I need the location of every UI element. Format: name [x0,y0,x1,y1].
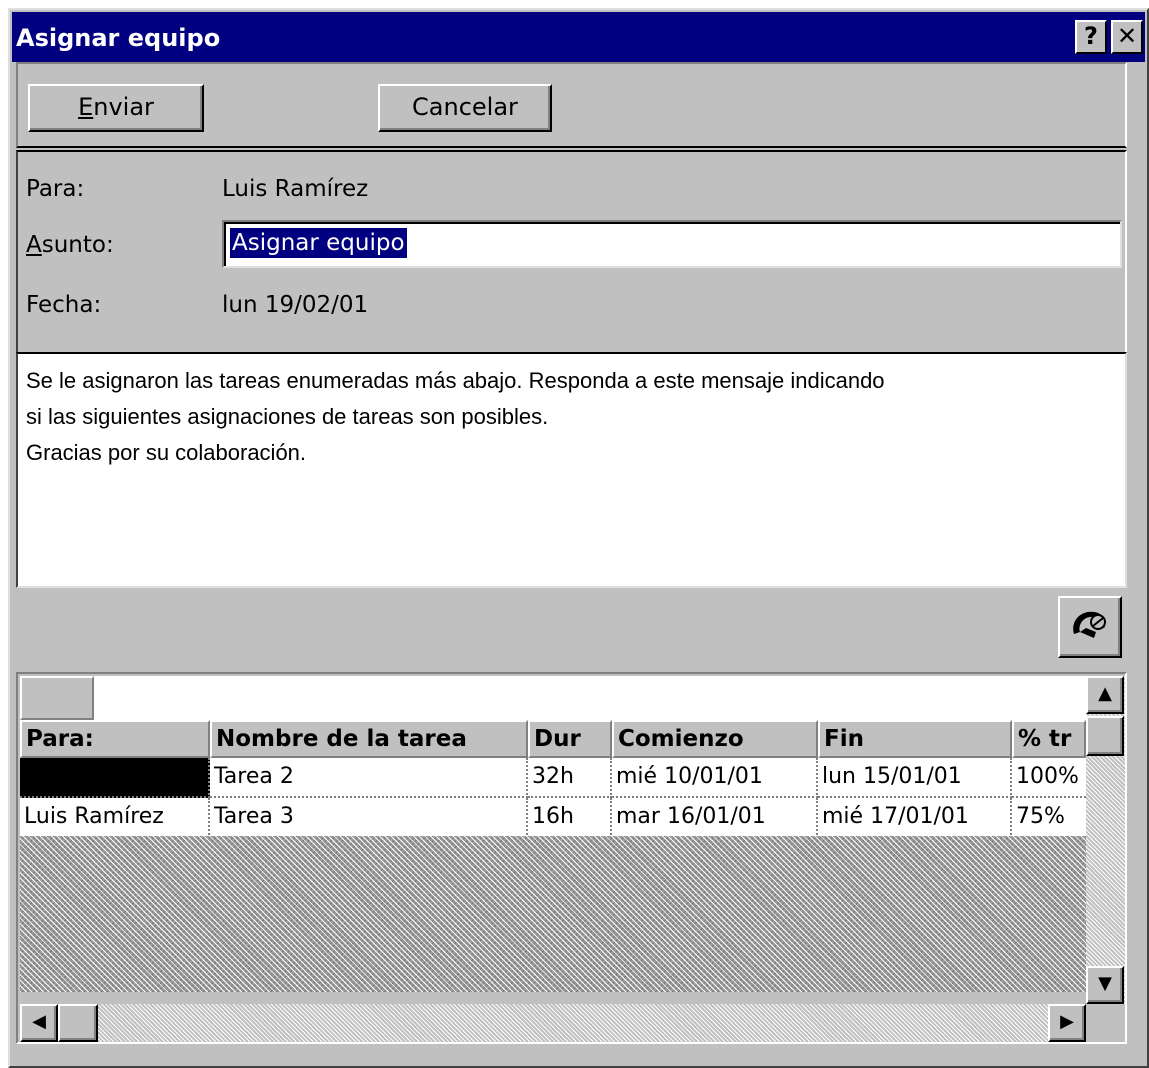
toolbar: Enviar Cancelar [16,62,1127,148]
date-label: Fecha: [26,292,102,318]
cell-end[interactable]: mié 17/01/01 [818,798,1012,838]
send-button[interactable]: Enviar [28,84,204,132]
cell-end[interactable]: lun 15/01/01 [818,758,1012,798]
grid-edit-bar[interactable] [20,676,1086,720]
column-header-pct[interactable]: % tr [1012,720,1086,758]
assignment-grid: Para: Nombre de la tarea Dur Comienzo Fi… [16,672,1127,1044]
title-bar: Asignar equipo ? ✕ [12,12,1145,62]
cell-pct[interactable]: 100% [1012,758,1086,798]
table-row[interactable]: Luis Ramírez Tarea 3 16h mar 16/01/01 mi… [20,798,1086,838]
cell-task[interactable]: Tarea 3 [210,798,528,838]
send-label-rest: nviar [93,93,154,121]
scroll-left-button[interactable]: ◀ [20,1004,58,1042]
message-line: Se le asignaron las tareas enumeradas má… [26,368,885,393]
window-title: Asignar equipo [16,24,221,52]
grid-empty-area [20,836,1086,992]
cell-pct[interactable]: 75% [1012,798,1086,838]
horizontal-scrollbar[interactable]: ◀ ▶ [20,1004,1086,1042]
column-header-start[interactable]: Comienzo [612,720,818,758]
message-line: si las siguientes asignaciones de tareas… [26,404,549,429]
cell-start[interactable]: mié 10/01/01 [612,758,818,798]
cell-to[interactable] [20,758,210,798]
grid-edit-cell [20,676,94,720]
address-book-icon [1073,611,1106,638]
subject-accesskey: A [26,232,42,258]
scroll-down-button[interactable]: ▼ [1086,966,1124,1004]
vertical-scrollbar[interactable]: ▲ ▼ [1086,676,1125,1004]
table-row[interactable]: Tarea 2 32h mié 10/01/01 lun 15/01/01 10… [20,758,1086,798]
cancel-button[interactable]: Cancelar [378,84,552,132]
column-header-end[interactable]: Fin [818,720,1012,758]
send-accesskey: E [78,93,94,121]
vertical-scroll-thumb[interactable] [1086,716,1124,756]
help-button[interactable]: ? [1075,20,1107,54]
cell-dur[interactable]: 32h [528,758,612,798]
scroll-right-button[interactable]: ▶ [1048,1004,1086,1042]
subject-selected-text: Asignar equipo [230,228,407,258]
date-value: lun 19/02/01 [222,292,369,318]
horizontal-scroll-thumb[interactable] [58,1004,98,1042]
cell-to[interactable]: Luis Ramírez [20,798,210,838]
subject-input[interactable]: Asignar equipo [222,220,1122,268]
close-button[interactable]: ✕ [1111,20,1143,54]
to-value: Luis Ramírez [222,176,369,202]
to-label: Para: [26,176,85,202]
column-header-dur[interactable]: Dur [528,720,612,758]
grid-header: Para: Nombre de la tarea Dur Comienzo Fi… [20,720,1086,758]
address-book-button[interactable] [1058,596,1122,658]
subject-label: Asunto: [26,232,114,258]
message-line: Gracias por su colaboración. [26,440,307,465]
message-header: Para: Luis Ramírez Asunto: Asignar equip… [16,150,1127,356]
cell-start[interactable]: mar 16/01/01 [612,798,818,838]
cell-dur[interactable]: 16h [528,798,612,838]
scroll-corner [1086,1004,1125,1042]
subject-label-rest: sunto: [41,232,114,258]
cell-task[interactable]: Tarea 2 [210,758,528,798]
column-header-to[interactable]: Para: [20,720,210,758]
column-header-task[interactable]: Nombre de la tarea [210,720,528,758]
message-body[interactable]: Se le asignaron las tareas enumeradas má… [16,352,1127,588]
scroll-up-button[interactable]: ▲ [1086,676,1124,714]
